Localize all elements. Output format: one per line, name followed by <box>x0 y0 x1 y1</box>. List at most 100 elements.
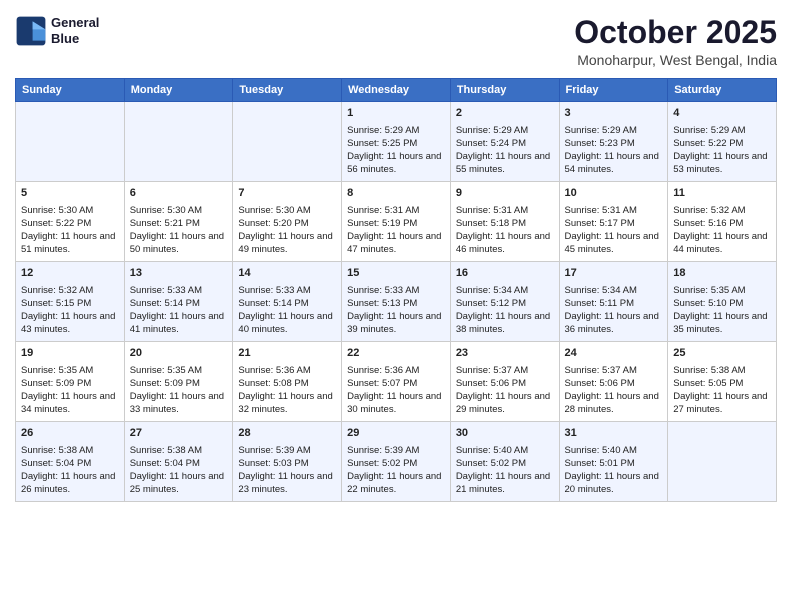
calendar-cell: 10 Sunrise: 5:31 AM Sunset: 5:17 PM Dayli… <box>559 182 668 262</box>
weekday-header-sunday: Sunday <box>16 79 125 102</box>
calendar-cell: 26Sunrise: 5:38 AM Sunset: 5:04 PM Dayli… <box>16 422 125 502</box>
day-number: 6 <box>130 186 228 201</box>
day-number: 18 <box>673 266 771 281</box>
day-detail: Sunrise: 5:38 AM Sunset: 5:05 PM Dayligh… <box>673 364 771 417</box>
day-number: 1 <box>347 106 445 121</box>
location-subtitle: Monoharpur, West Bengal, India <box>574 52 777 68</box>
calendar-table: SundayMondayTuesdayWednesdayThursdayFrid… <box>15 78 777 502</box>
day-detail: Sunrise: 5:31 AM Sunset: 5:17 PM Dayligh… <box>565 204 663 257</box>
day-detail: Sunrise: 5:33 AM Sunset: 5:14 PM Dayligh… <box>130 284 228 337</box>
calendar-cell: 30Sunrise: 5:40 AM Sunset: 5:02 PM Dayli… <box>450 422 559 502</box>
month-title: October 2025 <box>574 15 777 50</box>
day-number: 29 <box>347 426 445 441</box>
calendar-week-row: 12 Sunrise: 5:32 AM Sunset: 5:15 PM Dayli… <box>16 262 777 342</box>
day-number: 22 <box>347 346 445 361</box>
day-detail: Sunrise: 5:31 AM Sunset: 5:18 PM Dayligh… <box>456 204 554 257</box>
calendar-week-row: 19 Sunrise: 5:35 AM Sunset: 5:09 PM Dayli… <box>16 342 777 422</box>
day-detail: Sunrise: 5:37 AM Sunset: 5:06 PM Dayligh… <box>565 364 663 417</box>
day-detail: Sunrise: 5:37 AM Sunset: 5:06 PM Dayligh… <box>456 364 554 417</box>
day-detail: Sunrise: 5:39 AM Sunset: 5:02 PM Dayligh… <box>347 444 445 497</box>
day-number: 11 <box>673 186 771 201</box>
day-number: 13 <box>130 266 228 281</box>
calendar-cell: 23Sunrise: 5:37 AM Sunset: 5:06 PM Dayli… <box>450 342 559 422</box>
day-detail: Sunrise: 5:30 AM Sunset: 5:20 PM Dayligh… <box>238 204 336 257</box>
header: General Blue October 2025 Monoharpur, We… <box>15 15 777 68</box>
calendar-cell: 24Sunrise: 5:37 AM Sunset: 5:06 PM Dayli… <box>559 342 668 422</box>
weekday-header-friday: Friday <box>559 79 668 102</box>
calendar-cell <box>16 102 125 182</box>
calendar-cell <box>668 422 777 502</box>
day-number: 2 <box>456 106 554 121</box>
calendar-cell: 19Sunrise: 5:35 AM Sunset: 5:09 PM Dayli… <box>16 342 125 422</box>
weekday-header-monday: Monday <box>124 79 233 102</box>
calendar-cell: 5 Sunrise: 5:30 AM Sunset: 5:22 PM Daylig… <box>16 182 125 262</box>
calendar-cell: 1 Sunrise: 5:29 AM Sunset: 5:25 PM Daylig… <box>342 102 451 182</box>
day-number: 31 <box>565 426 663 441</box>
day-detail: Sunrise: 5:36 AM Sunset: 5:08 PM Dayligh… <box>238 364 336 417</box>
day-detail: Sunrise: 5:32 AM Sunset: 5:16 PM Dayligh… <box>673 204 771 257</box>
weekday-header-row: SundayMondayTuesdayWednesdayThursdayFrid… <box>16 79 777 102</box>
calendar-cell: 13 Sunrise: 5:33 AM Sunset: 5:14 PM Dayli… <box>124 262 233 342</box>
day-detail: Sunrise: 5:32 AM Sunset: 5:15 PM Dayligh… <box>21 284 119 337</box>
calendar-week-row: 1 Sunrise: 5:29 AM Sunset: 5:25 PM Daylig… <box>16 102 777 182</box>
day-detail: Sunrise: 5:29 AM Sunset: 5:23 PM Dayligh… <box>565 124 663 177</box>
day-detail: Sunrise: 5:34 AM Sunset: 5:11 PM Dayligh… <box>565 284 663 337</box>
day-number: 8 <box>347 186 445 201</box>
day-number: 30 <box>456 426 554 441</box>
day-detail: Sunrise: 5:40 AM Sunset: 5:01 PM Dayligh… <box>565 444 663 497</box>
day-number: 16 <box>456 266 554 281</box>
calendar-cell: 17 Sunrise: 5:34 AM Sunset: 5:11 PM Dayli… <box>559 262 668 342</box>
calendar-cell: 9 Sunrise: 5:31 AM Sunset: 5:18 PM Daylig… <box>450 182 559 262</box>
day-number: 19 <box>21 346 119 361</box>
calendar-cell: 27 Sunrise: 5:38 AM Sunset: 5:04 PM Dayli… <box>124 422 233 502</box>
calendar-cell: 22 Sunrise: 5:36 AM Sunset: 5:07 PM Dayli… <box>342 342 451 422</box>
day-number: 4 <box>673 106 771 121</box>
logo-text: General Blue <box>51 15 99 46</box>
calendar-week-row: 5 Sunrise: 5:30 AM Sunset: 5:22 PM Daylig… <box>16 182 777 262</box>
calendar-cell: 11 Sunrise: 5:32 AM Sunset: 5:16 PM Dayli… <box>668 182 777 262</box>
day-number: 20 <box>130 346 228 361</box>
day-number: 25 <box>673 346 771 361</box>
day-number: 15 <box>347 266 445 281</box>
calendar-cell: 29 Sunrise: 5:39 AM Sunset: 5:02 PM Dayli… <box>342 422 451 502</box>
day-number: 5 <box>21 186 119 201</box>
day-detail: Sunrise: 5:29 AM Sunset: 5:24 PM Dayligh… <box>456 124 554 177</box>
day-detail: Sunrise: 5:29 AM Sunset: 5:25 PM Dayligh… <box>347 124 445 177</box>
calendar-cell: 25 Sunrise: 5:38 AM Sunset: 5:05 PM Dayli… <box>668 342 777 422</box>
day-number: 10 <box>565 186 663 201</box>
calendar-cell: 21 Sunrise: 5:36 AM Sunset: 5:08 PM Dayli… <box>233 342 342 422</box>
day-detail: Sunrise: 5:35 AM Sunset: 5:10 PM Dayligh… <box>673 284 771 337</box>
day-number: 28 <box>238 426 336 441</box>
calendar-cell: 6 Sunrise: 5:30 AM Sunset: 5:21 PM Daylig… <box>124 182 233 262</box>
day-number: 27 <box>130 426 228 441</box>
day-detail: Sunrise: 5:39 AM Sunset: 5:03 PM Dayligh… <box>238 444 336 497</box>
day-detail: Sunrise: 5:30 AM Sunset: 5:21 PM Dayligh… <box>130 204 228 257</box>
weekday-header-thursday: Thursday <box>450 79 559 102</box>
calendar-cell <box>233 102 342 182</box>
day-number: 12 <box>21 266 119 281</box>
day-detail: Sunrise: 5:36 AM Sunset: 5:07 PM Dayligh… <box>347 364 445 417</box>
logo: General Blue <box>15 15 99 47</box>
day-detail: Sunrise: 5:31 AM Sunset: 5:19 PM Dayligh… <box>347 204 445 257</box>
calendar-cell: 3Sunrise: 5:29 AM Sunset: 5:23 PM Daylig… <box>559 102 668 182</box>
day-detail: Sunrise: 5:30 AM Sunset: 5:22 PM Dayligh… <box>21 204 119 257</box>
calendar-week-row: 26Sunrise: 5:38 AM Sunset: 5:04 PM Dayli… <box>16 422 777 502</box>
calendar-cell: 8 Sunrise: 5:31 AM Sunset: 5:19 PM Daylig… <box>342 182 451 262</box>
day-detail: Sunrise: 5:34 AM Sunset: 5:12 PM Dayligh… <box>456 284 554 337</box>
calendar-cell: 4Sunrise: 5:29 AM Sunset: 5:22 PM Daylig… <box>668 102 777 182</box>
day-number: 17 <box>565 266 663 281</box>
calendar-cell: 15 Sunrise: 5:33 AM Sunset: 5:13 PM Dayli… <box>342 262 451 342</box>
day-detail: Sunrise: 5:35 AM Sunset: 5:09 PM Dayligh… <box>130 364 228 417</box>
calendar-cell: 31 Sunrise: 5:40 AM Sunset: 5:01 PM Dayli… <box>559 422 668 502</box>
day-detail: Sunrise: 5:38 AM Sunset: 5:04 PM Dayligh… <box>21 444 119 497</box>
day-number: 9 <box>456 186 554 201</box>
day-detail: Sunrise: 5:33 AM Sunset: 5:13 PM Dayligh… <box>347 284 445 337</box>
day-number: 21 <box>238 346 336 361</box>
calendar-cell: 7Sunrise: 5:30 AM Sunset: 5:20 PM Daylig… <box>233 182 342 262</box>
day-detail: Sunrise: 5:38 AM Sunset: 5:04 PM Dayligh… <box>130 444 228 497</box>
calendar-cell: 12 Sunrise: 5:32 AM Sunset: 5:15 PM Dayli… <box>16 262 125 342</box>
weekday-header-saturday: Saturday <box>668 79 777 102</box>
day-detail: Sunrise: 5:33 AM Sunset: 5:14 PM Dayligh… <box>238 284 336 337</box>
weekday-header-tuesday: Tuesday <box>233 79 342 102</box>
calendar-cell: 2 Sunrise: 5:29 AM Sunset: 5:24 PM Daylig… <box>450 102 559 182</box>
